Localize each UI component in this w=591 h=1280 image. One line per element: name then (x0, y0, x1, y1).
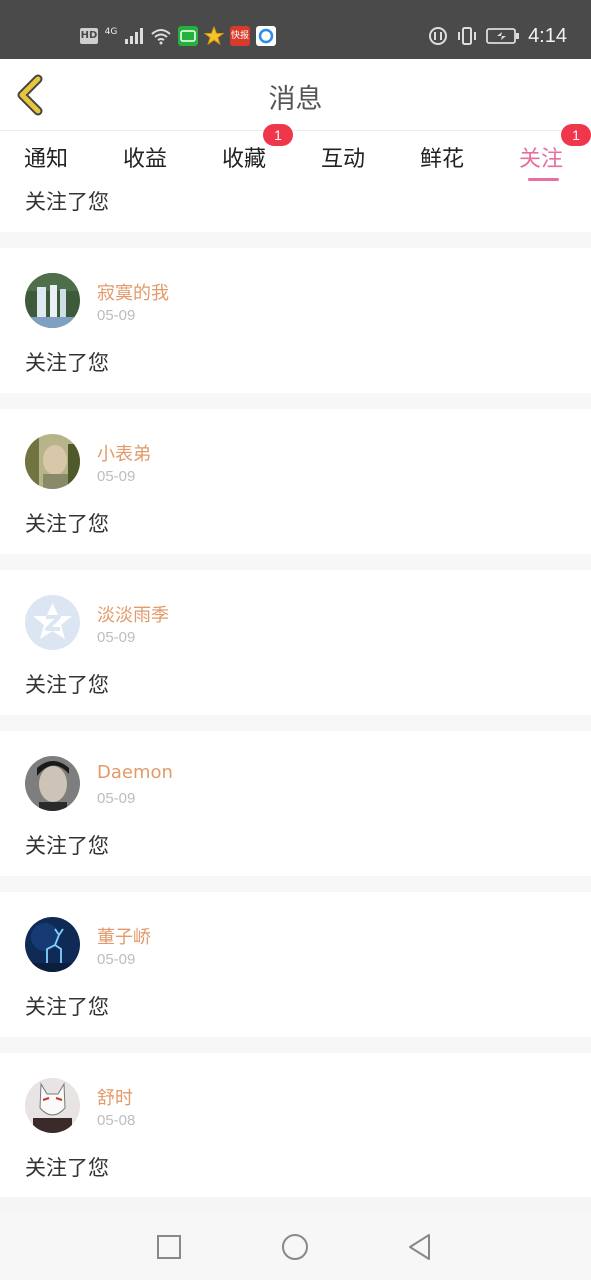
follow-date: 05-09 (97, 468, 136, 485)
list-item[interactable]: 关注了您 (0, 185, 591, 232)
hd-indicator: HD (80, 28, 98, 44)
follower-name[interactable]: Daemon (97, 762, 173, 783)
follow-message: 关注了您 (25, 995, 109, 1019)
data-saver-icon (429, 27, 448, 45)
recents-button[interactable] (153, 1231, 185, 1263)
tab-flowers[interactable]: 鲜花 (420, 141, 464, 173)
list-item[interactable]: 淡淡雨季 05-09 关注了您 (0, 570, 591, 715)
tab-notification[interactable]: 通知 (24, 141, 68, 173)
deer-avatar-image (25, 917, 80, 972)
network-type: 4G (104, 27, 118, 37)
follow-date: 05-09 (97, 307, 136, 324)
follow-badge: 1 (561, 124, 591, 146)
favorites-badge: 1 (263, 124, 293, 146)
follower-name[interactable]: 寂寞的我 (97, 279, 169, 305)
list-item[interactable]: 董子峤 05-09 关注了您 (0, 892, 591, 1037)
follower-name[interactable]: 小表弟 (97, 440, 151, 466)
follow-message: 关注了您 (25, 834, 109, 858)
app-header: 消息 (0, 59, 591, 131)
tab-favorites[interactable]: 收藏 (222, 141, 266, 173)
waterfall-avatar-image (25, 273, 80, 328)
home-button[interactable] (279, 1231, 311, 1263)
status-right: 4:14 (428, 24, 567, 48)
wifi-icon (151, 29, 171, 45)
tab-follow[interactable]: 关注 (519, 141, 563, 173)
follow-message: 关注了您 (25, 1156, 109, 1180)
system-back-button[interactable] (404, 1231, 436, 1263)
system-nav-bar (0, 1213, 591, 1280)
avatar[interactable] (25, 1078, 80, 1133)
list-item[interactable]: 小表弟 05-09 关注了您 (0, 409, 591, 554)
avatar[interactable] (25, 273, 80, 328)
message-tabs: 通知 收益 收藏 1 互动 鲜花 关注 1 (0, 124, 591, 185)
follower-name[interactable]: 董子峤 (97, 923, 151, 949)
default-avatar-icon (25, 595, 80, 650)
follow-date: 05-09 (97, 790, 136, 807)
active-tab-indicator (528, 178, 559, 181)
tab-earnings[interactable]: 收益 (123, 141, 167, 173)
list-item[interactable]: Daemon 05-09 关注了您 (0, 731, 591, 876)
status-bar: HD 4G 快报 4:14 (0, 0, 591, 59)
clock: 4:14 (528, 24, 567, 47)
follow-list: 关注了您 寂寞的我 05-09 关注了您 小表弟 05-09 关注了您 淡淡雨季… (0, 185, 591, 1197)
follow-message: 关注了您 (25, 351, 109, 375)
iqiyi-app-icon (178, 26, 198, 46)
follow-message: 关注了您 (25, 673, 109, 697)
portrait-avatar-image (25, 756, 80, 811)
vibrate-icon (458, 27, 477, 45)
tab-interaction[interactable]: 互动 (321, 141, 365, 173)
browser-app-icon (256, 26, 276, 46)
follow-date: 05-08 (97, 1112, 136, 1129)
status-left: HD 4G 快报 (80, 24, 276, 48)
follow-message: 关注了您 (25, 190, 109, 214)
avatar[interactable] (25, 595, 80, 650)
avatar[interactable] (25, 917, 80, 972)
star-app-icon (204, 26, 224, 46)
signal-icon (125, 28, 143, 44)
avatar[interactable] (25, 434, 80, 489)
avatar[interactable] (25, 756, 80, 811)
follower-name[interactable]: 淡淡雨季 (97, 601, 169, 627)
person-avatar-image (25, 434, 80, 489)
follower-name[interactable]: 舒时 (97, 1084, 133, 1110)
follow-message: 关注了您 (25, 512, 109, 536)
back-triangle-icon (409, 1234, 430, 1260)
list-item[interactable]: 寂寞的我 05-09 关注了您 (0, 248, 591, 393)
mask-avatar-image (25, 1078, 80, 1133)
kuaibao-app-icon: 快报 (230, 26, 250, 46)
home-circle-icon (282, 1234, 308, 1260)
page-title: 消息 (268, 84, 323, 115)
battery-icon (486, 28, 520, 44)
follow-date: 05-09 (97, 629, 136, 646)
list-item[interactable]: 舒时 05-08 关注了您 (0, 1053, 591, 1197)
recents-square-icon (157, 1235, 181, 1259)
follow-date: 05-09 (97, 951, 136, 968)
